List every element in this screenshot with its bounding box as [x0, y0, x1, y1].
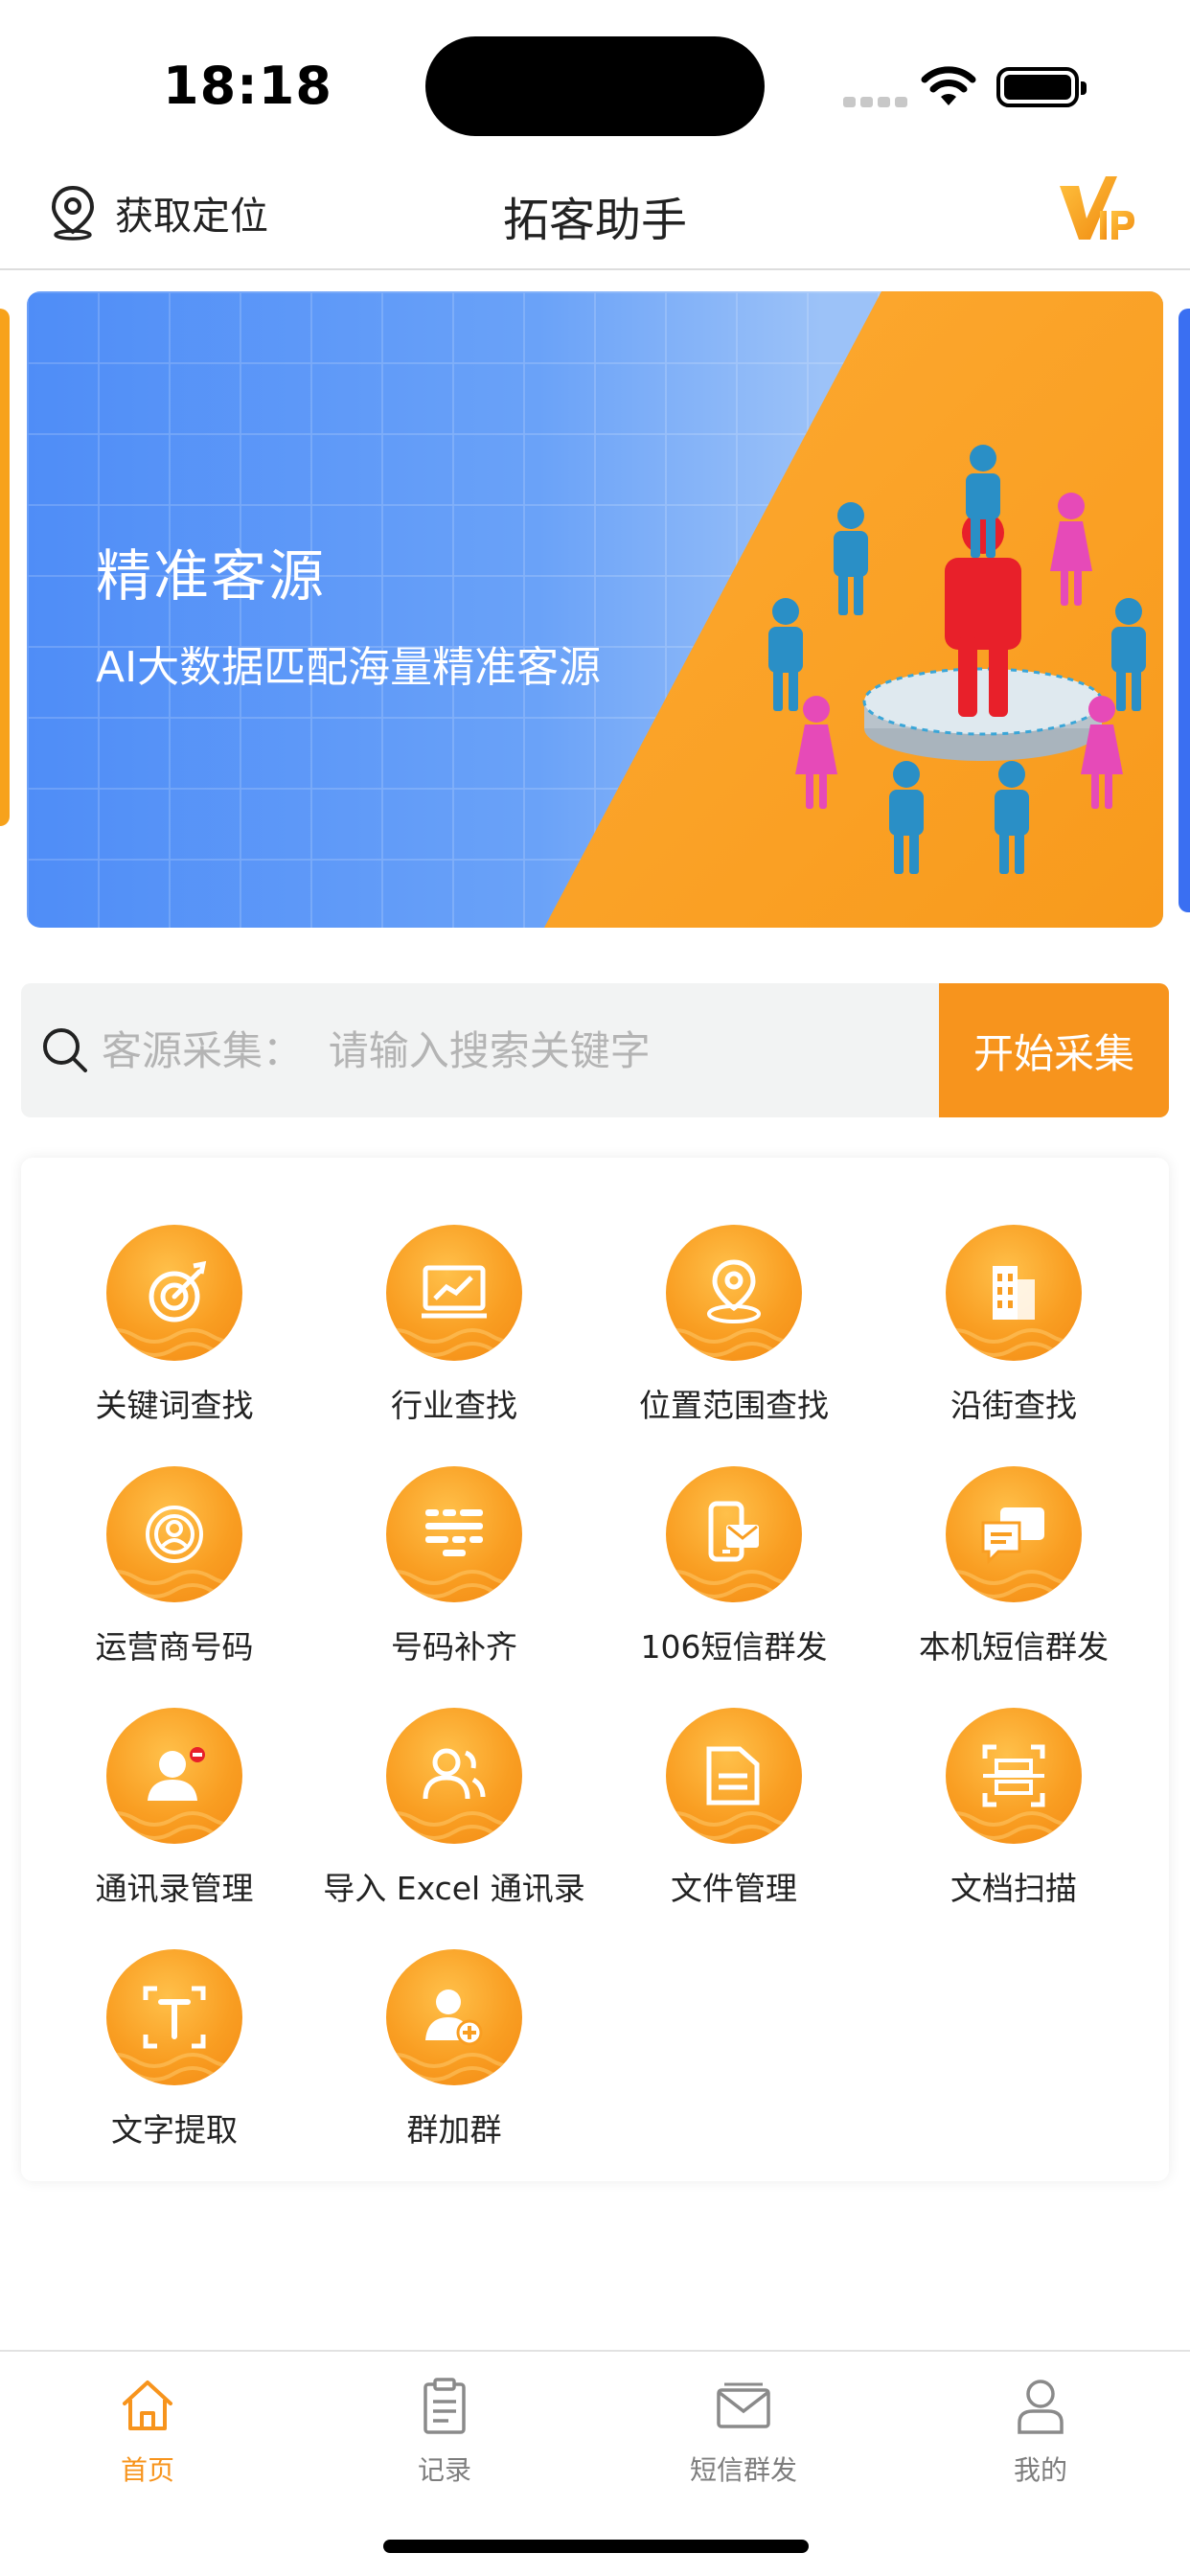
feature-item[interactable]: 号码补齐 [314, 1466, 594, 1677]
tab-sms-broadcast[interactable]: 短信群发 [648, 2375, 839, 2490]
feature-icon-circle [106, 1708, 242, 1844]
tab-mine[interactable]: 我的 [945, 2375, 1136, 2490]
feature-icon-circle [666, 1708, 802, 1844]
feature-item[interactable]: 导入 Excel 通讯录 [314, 1708, 594, 1919]
start-collect-button[interactable]: 开始采集 [939, 983, 1169, 1117]
folder-icon [706, 1746, 760, 1806]
feature-icon-circle [386, 1466, 522, 1602]
feature-label: 文档扫描 [950, 1870, 1077, 1907]
add-user-icon [425, 1990, 483, 2046]
search-bar: 开始采集 [21, 983, 1169, 1117]
feature-item[interactable]: 通讯录管理 [34, 1708, 314, 1919]
app-header: 获取定位 拓客助手 [0, 163, 1190, 270]
feature-item[interactable]: 行业查找 [314, 1225, 594, 1436]
tab-records[interactable]: 记录 [349, 2375, 540, 2490]
banner-prev-slide[interactable] [0, 309, 10, 826]
feature-item[interactable]: 本机短信群发 [874, 1466, 1154, 1677]
feature-label: 沿街查找 [950, 1387, 1077, 1424]
tab-records-label: 记录 [417, 2454, 471, 2486]
feature-icon-circle [666, 1466, 802, 1602]
promo-banner[interactable]: 精准客源 AI大数据匹配海量精准客源 [27, 291, 1163, 928]
feature-icon-circle [946, 1466, 1082, 1602]
status-time: 18:18 [163, 56, 332, 116]
banner-title: 精准客源 [96, 543, 327, 609]
tab-mine-label: 我的 [1013, 2454, 1067, 2486]
users-icon [423, 1748, 486, 1800]
feature-label: 通讯录管理 [95, 1870, 254, 1907]
feature-icon-circle [386, 1949, 522, 2085]
feature-icon-circle [106, 1466, 242, 1602]
dynamic-island [425, 36, 765, 136]
feature-icon-circle [666, 1225, 802, 1361]
status-bar: 18:18 [0, 0, 1190, 163]
feature-label: 行业查找 [391, 1387, 517, 1424]
feature-label: 号码补齐 [391, 1628, 517, 1666]
feature-label: 运营商号码 [95, 1628, 254, 1666]
feature-icon-circle [386, 1708, 522, 1844]
feature-label: 导入 Excel 通讯录 [323, 1870, 585, 1907]
feature-item[interactable]: 关键词查找 [34, 1225, 314, 1436]
feature-item[interactable]: 沿街查找 [874, 1225, 1154, 1436]
signal-icon [843, 93, 912, 111]
crowd-target-illustration [768, 445, 1146, 874]
number-list-icon [425, 1509, 483, 1556]
feature-item[interactable]: 106短信群发 [594, 1466, 874, 1677]
contact-icon [148, 1747, 205, 1801]
page-title: 拓客助手 [502, 194, 687, 247]
chart-board-icon [422, 1265, 487, 1319]
feature-item[interactable]: 文字提取 [34, 1949, 314, 2160]
tab-home-label: 首页 [120, 2454, 174, 2486]
feature-item[interactable]: 文件管理 [594, 1708, 874, 1919]
text-extract-icon [143, 1986, 206, 2049]
feature-label: 文件管理 [671, 1870, 797, 1907]
chat-bubble-icon [981, 1507, 1044, 1565]
banner-subtitle: AI大数据匹配海量精准客源 [96, 643, 602, 692]
feature-item[interactable]: 群加群 [314, 1949, 594, 2160]
feature-item[interactable]: 位置范围查找 [594, 1225, 874, 1436]
clipboard-icon [423, 2378, 466, 2434]
search-icon [43, 1028, 87, 1072]
search-input[interactable] [102, 983, 945, 1117]
vip-badge-icon[interactable] [1058, 172, 1138, 249]
feature-label: 关键词查找 [95, 1387, 254, 1424]
banner-next-slide[interactable] [1179, 309, 1190, 912]
phone-message-icon [708, 1501, 759, 1562]
feature-grid: 关键词查找 行业查找 位置范围查找 沿街查找运营商号码 号码补齐 106短信群发 本机短信群… [21, 1158, 1169, 2181]
feature-item[interactable]: 运营商号码 [34, 1466, 314, 1677]
feature-icon-circle [106, 1225, 242, 1361]
battery-icon [996, 67, 1087, 107]
feature-icon-circle [946, 1225, 1082, 1361]
tab-sms-broadcast-label: 短信群发 [689, 2454, 797, 2486]
person-icon [1018, 2380, 1064, 2434]
scan-icon [982, 1744, 1045, 1807]
home-indicator [383, 2540, 809, 2553]
wifi-icon [921, 66, 976, 105]
feature-item[interactable]: 文档扫描 [874, 1708, 1154, 1919]
feature-label: 群加群 [406, 2111, 502, 2149]
home-icon [123, 2380, 172, 2430]
map-pin-icon [707, 1259, 761, 1323]
mail-icon [717, 2382, 770, 2428]
operator-icon [146, 1506, 203, 1563]
feature-label: 本机短信群发 [919, 1628, 1109, 1666]
tab-home[interactable]: 首页 [52, 2375, 243, 2490]
building-icon [993, 1266, 1035, 1320]
feature-label: 106短信群发 [640, 1628, 828, 1666]
feature-label: 位置范围查找 [639, 1387, 829, 1424]
feature-icon-circle [386, 1225, 522, 1361]
feature-icon-circle [106, 1949, 242, 2085]
target-icon [149, 1260, 207, 1322]
feature-icon-circle [946, 1708, 1082, 1844]
feature-label: 文字提取 [111, 2111, 238, 2149]
